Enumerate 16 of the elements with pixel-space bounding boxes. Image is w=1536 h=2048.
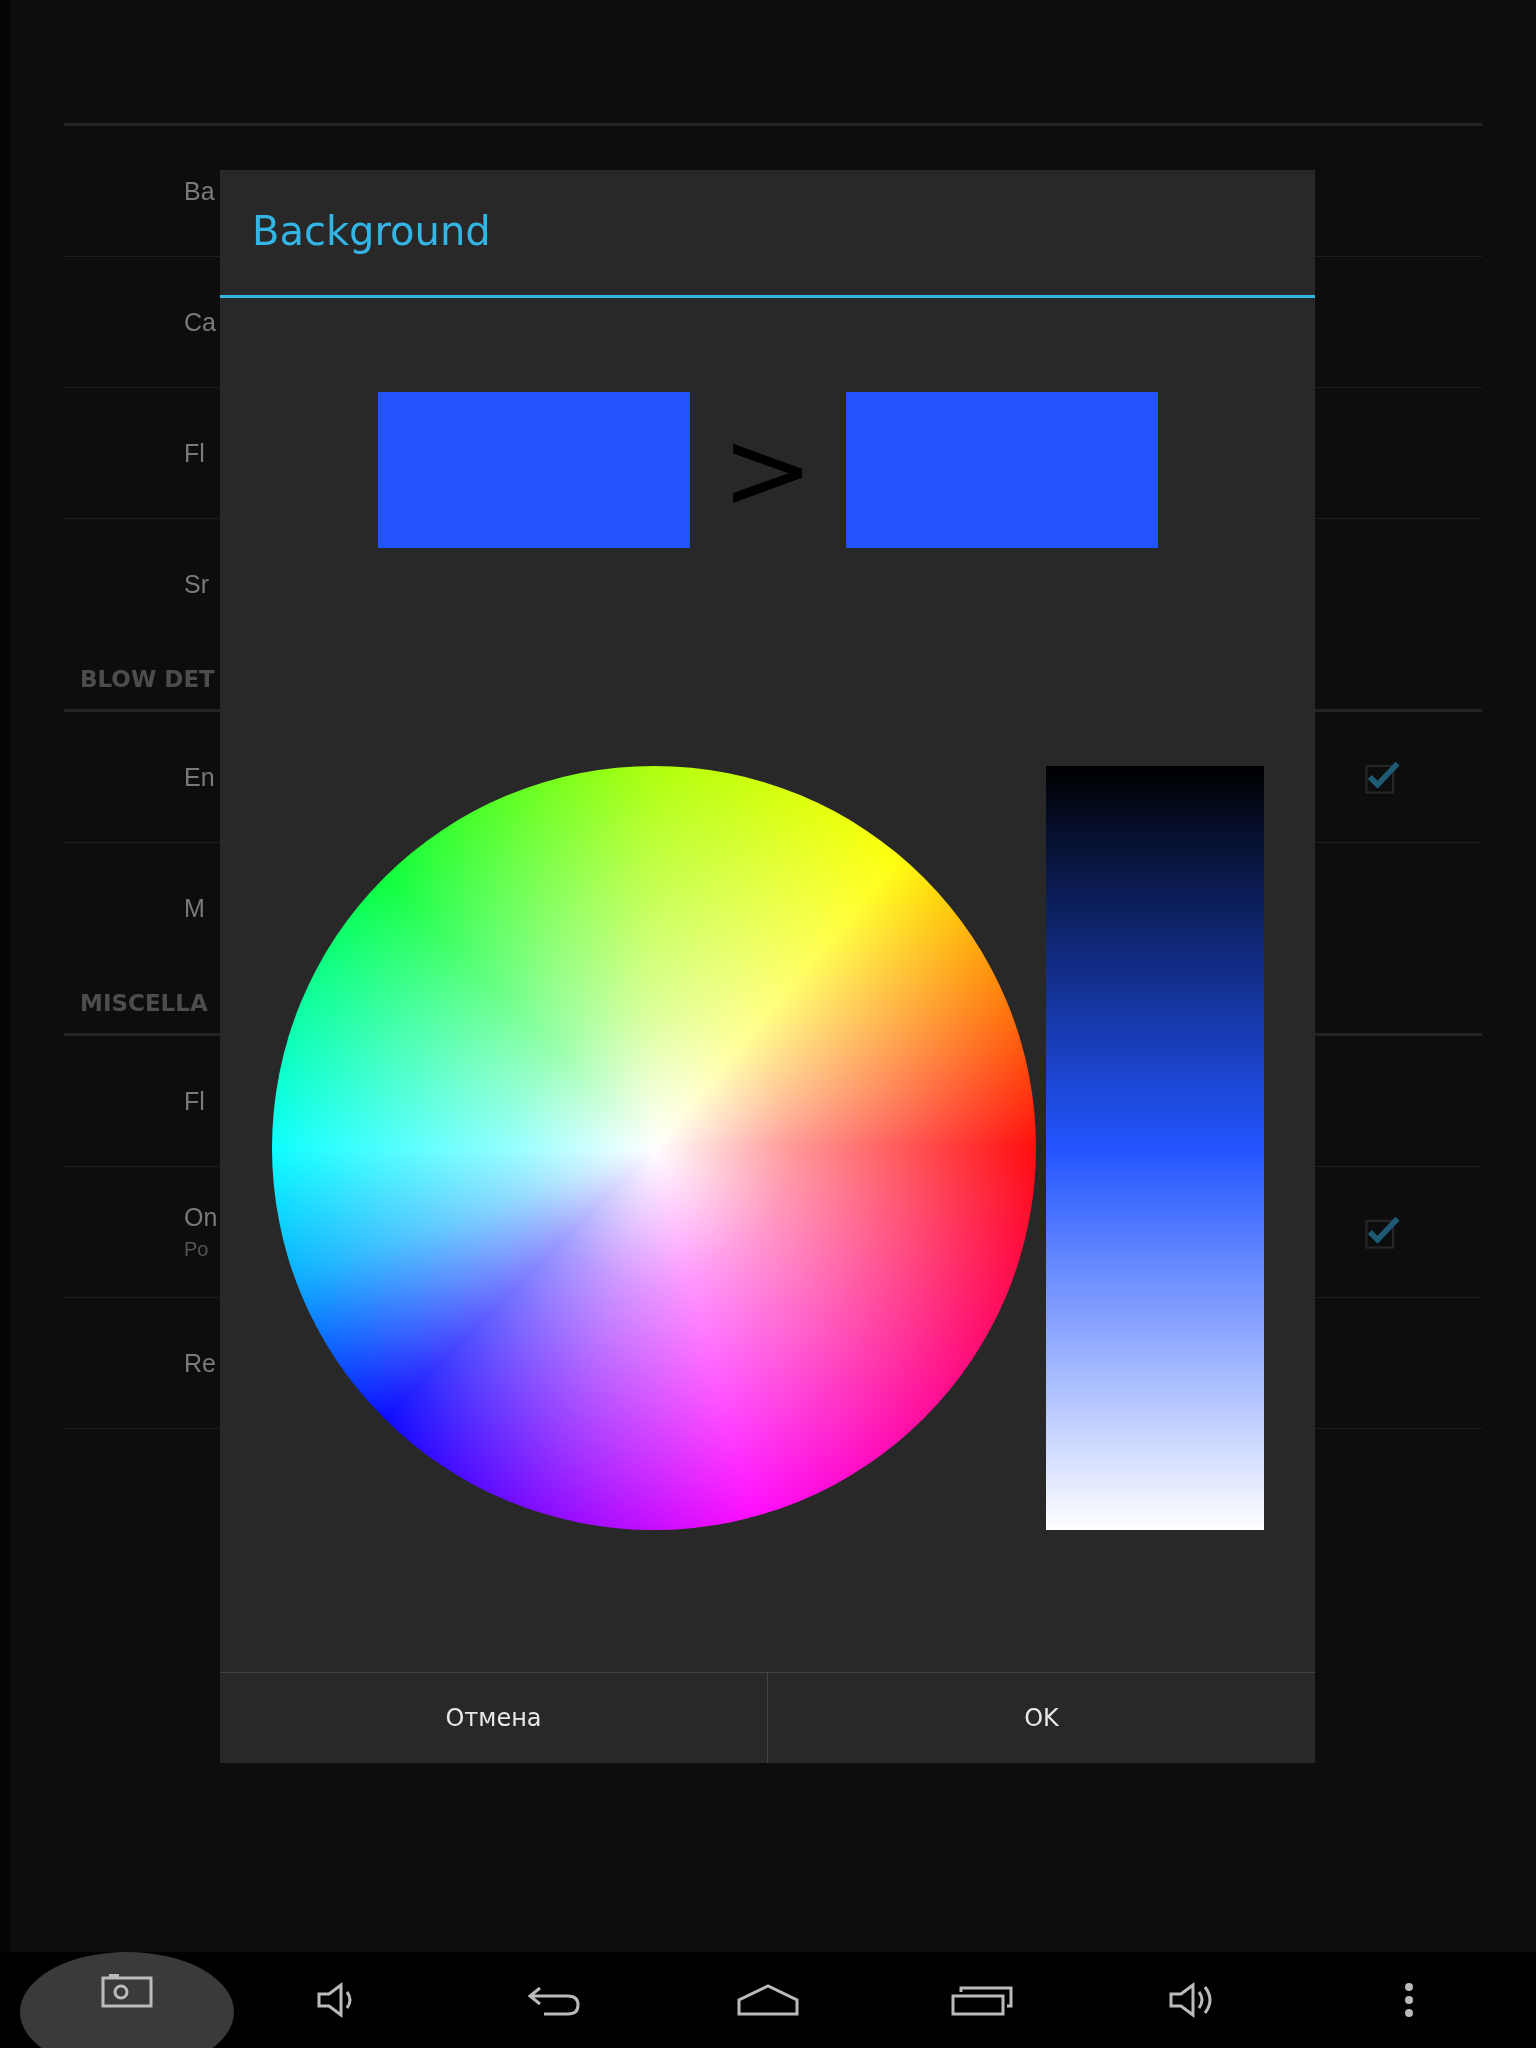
setting-title: En bbox=[184, 762, 215, 792]
menu-icon bbox=[1403, 1980, 1416, 2020]
dialog-button[interactable]: Отмена bbox=[220, 1673, 767, 1763]
setting-title: Sr bbox=[184, 569, 209, 599]
setting-title: Ba bbox=[184, 176, 215, 206]
setting-summary: Po bbox=[184, 1238, 210, 1261]
setting-title: Ca bbox=[184, 307, 216, 337]
setting-title: Re bbox=[184, 1348, 216, 1378]
setting-title: Fl bbox=[184, 1086, 205, 1116]
brightness-bar[interactable] bbox=[1046, 766, 1264, 1530]
arrow-separator: > bbox=[720, 415, 815, 525]
dialog-button[interactable]: OK bbox=[767, 1673, 1315, 1763]
setting-title: M bbox=[184, 893, 205, 923]
setting-title: Fl bbox=[184, 438, 205, 468]
setting-title: On bbox=[184, 1203, 218, 1232]
dialog-title: Background bbox=[220, 170, 1315, 298]
